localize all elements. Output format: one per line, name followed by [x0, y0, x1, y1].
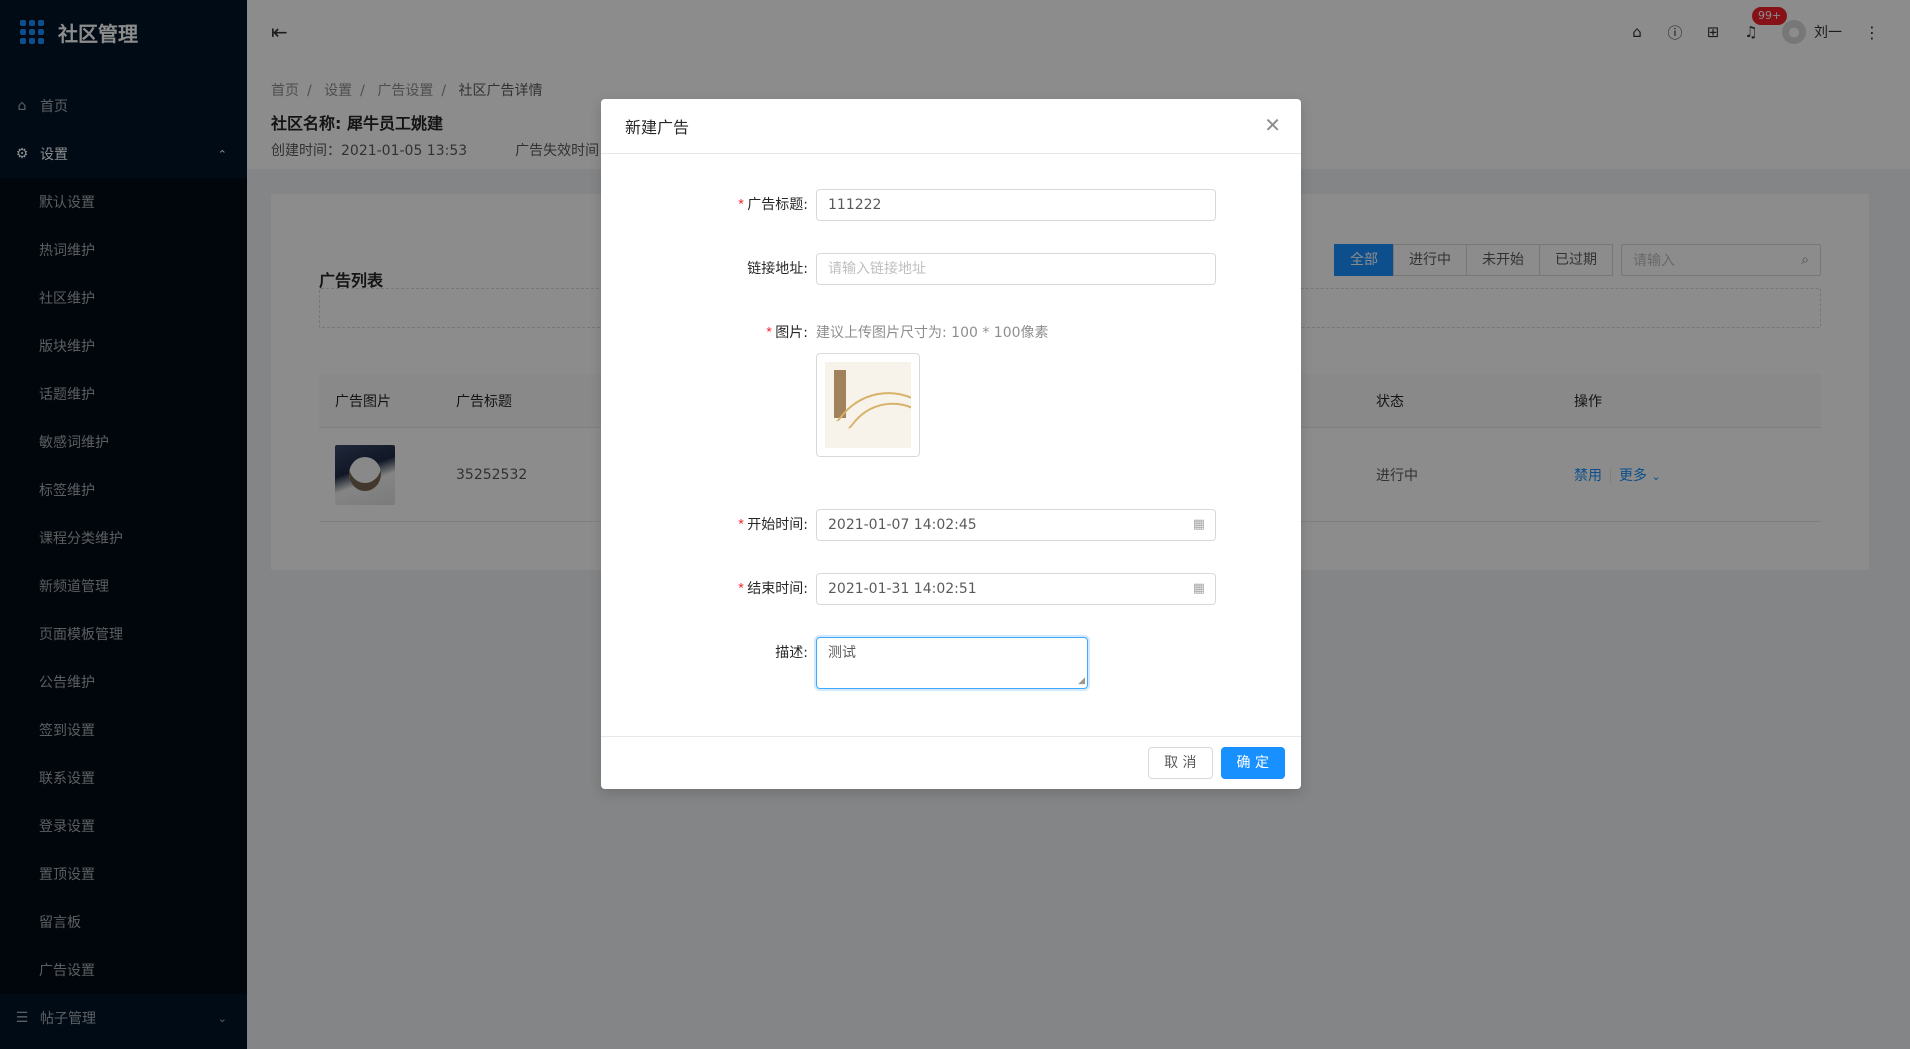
- description-label: 描述:: [775, 645, 808, 661]
- close-icon[interactable]: ✕: [1264, 113, 1281, 137]
- image-hint: 建议上传图片尺寸为: 100 * 100像素: [816, 325, 1049, 341]
- start-time-value: 2021-01-07 14:02:45: [828, 517, 977, 533]
- ad-form: * 广告标题: 111222 链接地址: 请输入链接地址 * 图片: 建议上传图片尺…: [601, 154, 1301, 736]
- uploaded-image[interactable]: [816, 353, 920, 457]
- end-time-label: * 结束时间:: [736, 581, 808, 598]
- form-row-description: 描述: 测试 ◢: [601, 637, 1301, 689]
- ad-title-input[interactable]: 111222: [816, 189, 1216, 221]
- form-row-image: * 图片: 建议上传图片尺寸为: 100 * 100像素: [601, 317, 1301, 350]
- form-row-title: * 广告标题: 111222: [601, 189, 1301, 222]
- start-time-picker[interactable]: 2021-01-07 14:02:45 ▦: [816, 509, 1216, 541]
- resize-handle-icon[interactable]: ◢: [1078, 676, 1085, 686]
- ok-button[interactable]: 确 定: [1220, 747, 1285, 779]
- calendar-icon: ▦: [1192, 517, 1205, 532]
- start-time-label: * 开始时间:: [736, 517, 808, 534]
- description-value: 测试: [828, 645, 856, 661]
- form-row-end-time: * 结束时间: 2021-01-31 14:02:51 ▦: [601, 573, 1301, 606]
- form-row-start-time: * 开始时间: 2021-01-07 14:02:45 ▦: [601, 509, 1301, 542]
- ad-title-label: * 广告标题:: [736, 197, 808, 214]
- uploaded-image-preview: [825, 362, 911, 448]
- calendar-icon: ▦: [1192, 581, 1205, 596]
- end-time-value: 2021-01-31 14:02:51: [828, 581, 977, 597]
- image-label: * 图片:: [764, 325, 808, 342]
- new-ad-modal: 新建广告 ✕ * 广告标题: 111222 链接地址: 请输入链接地址 * 图片: …: [601, 99, 1301, 789]
- modal-footer: 取 消 确 定: [601, 736, 1301, 789]
- description-textarea[interactable]: 测试 ◢: [816, 637, 1088, 689]
- modal-title: 新建广告: [625, 118, 690, 137]
- link-label: 链接地址:: [747, 261, 808, 277]
- cancel-button[interactable]: 取 消: [1148, 747, 1213, 779]
- modal-header: 新建广告 ✕: [601, 99, 1301, 154]
- end-time-picker[interactable]: 2021-01-31 14:02:51 ▦: [816, 573, 1216, 605]
- link-input[interactable]: 请输入链接地址: [816, 253, 1216, 285]
- form-row-image-upload: [601, 353, 1301, 457]
- form-row-link: 链接地址: 请输入链接地址: [601, 253, 1301, 285]
